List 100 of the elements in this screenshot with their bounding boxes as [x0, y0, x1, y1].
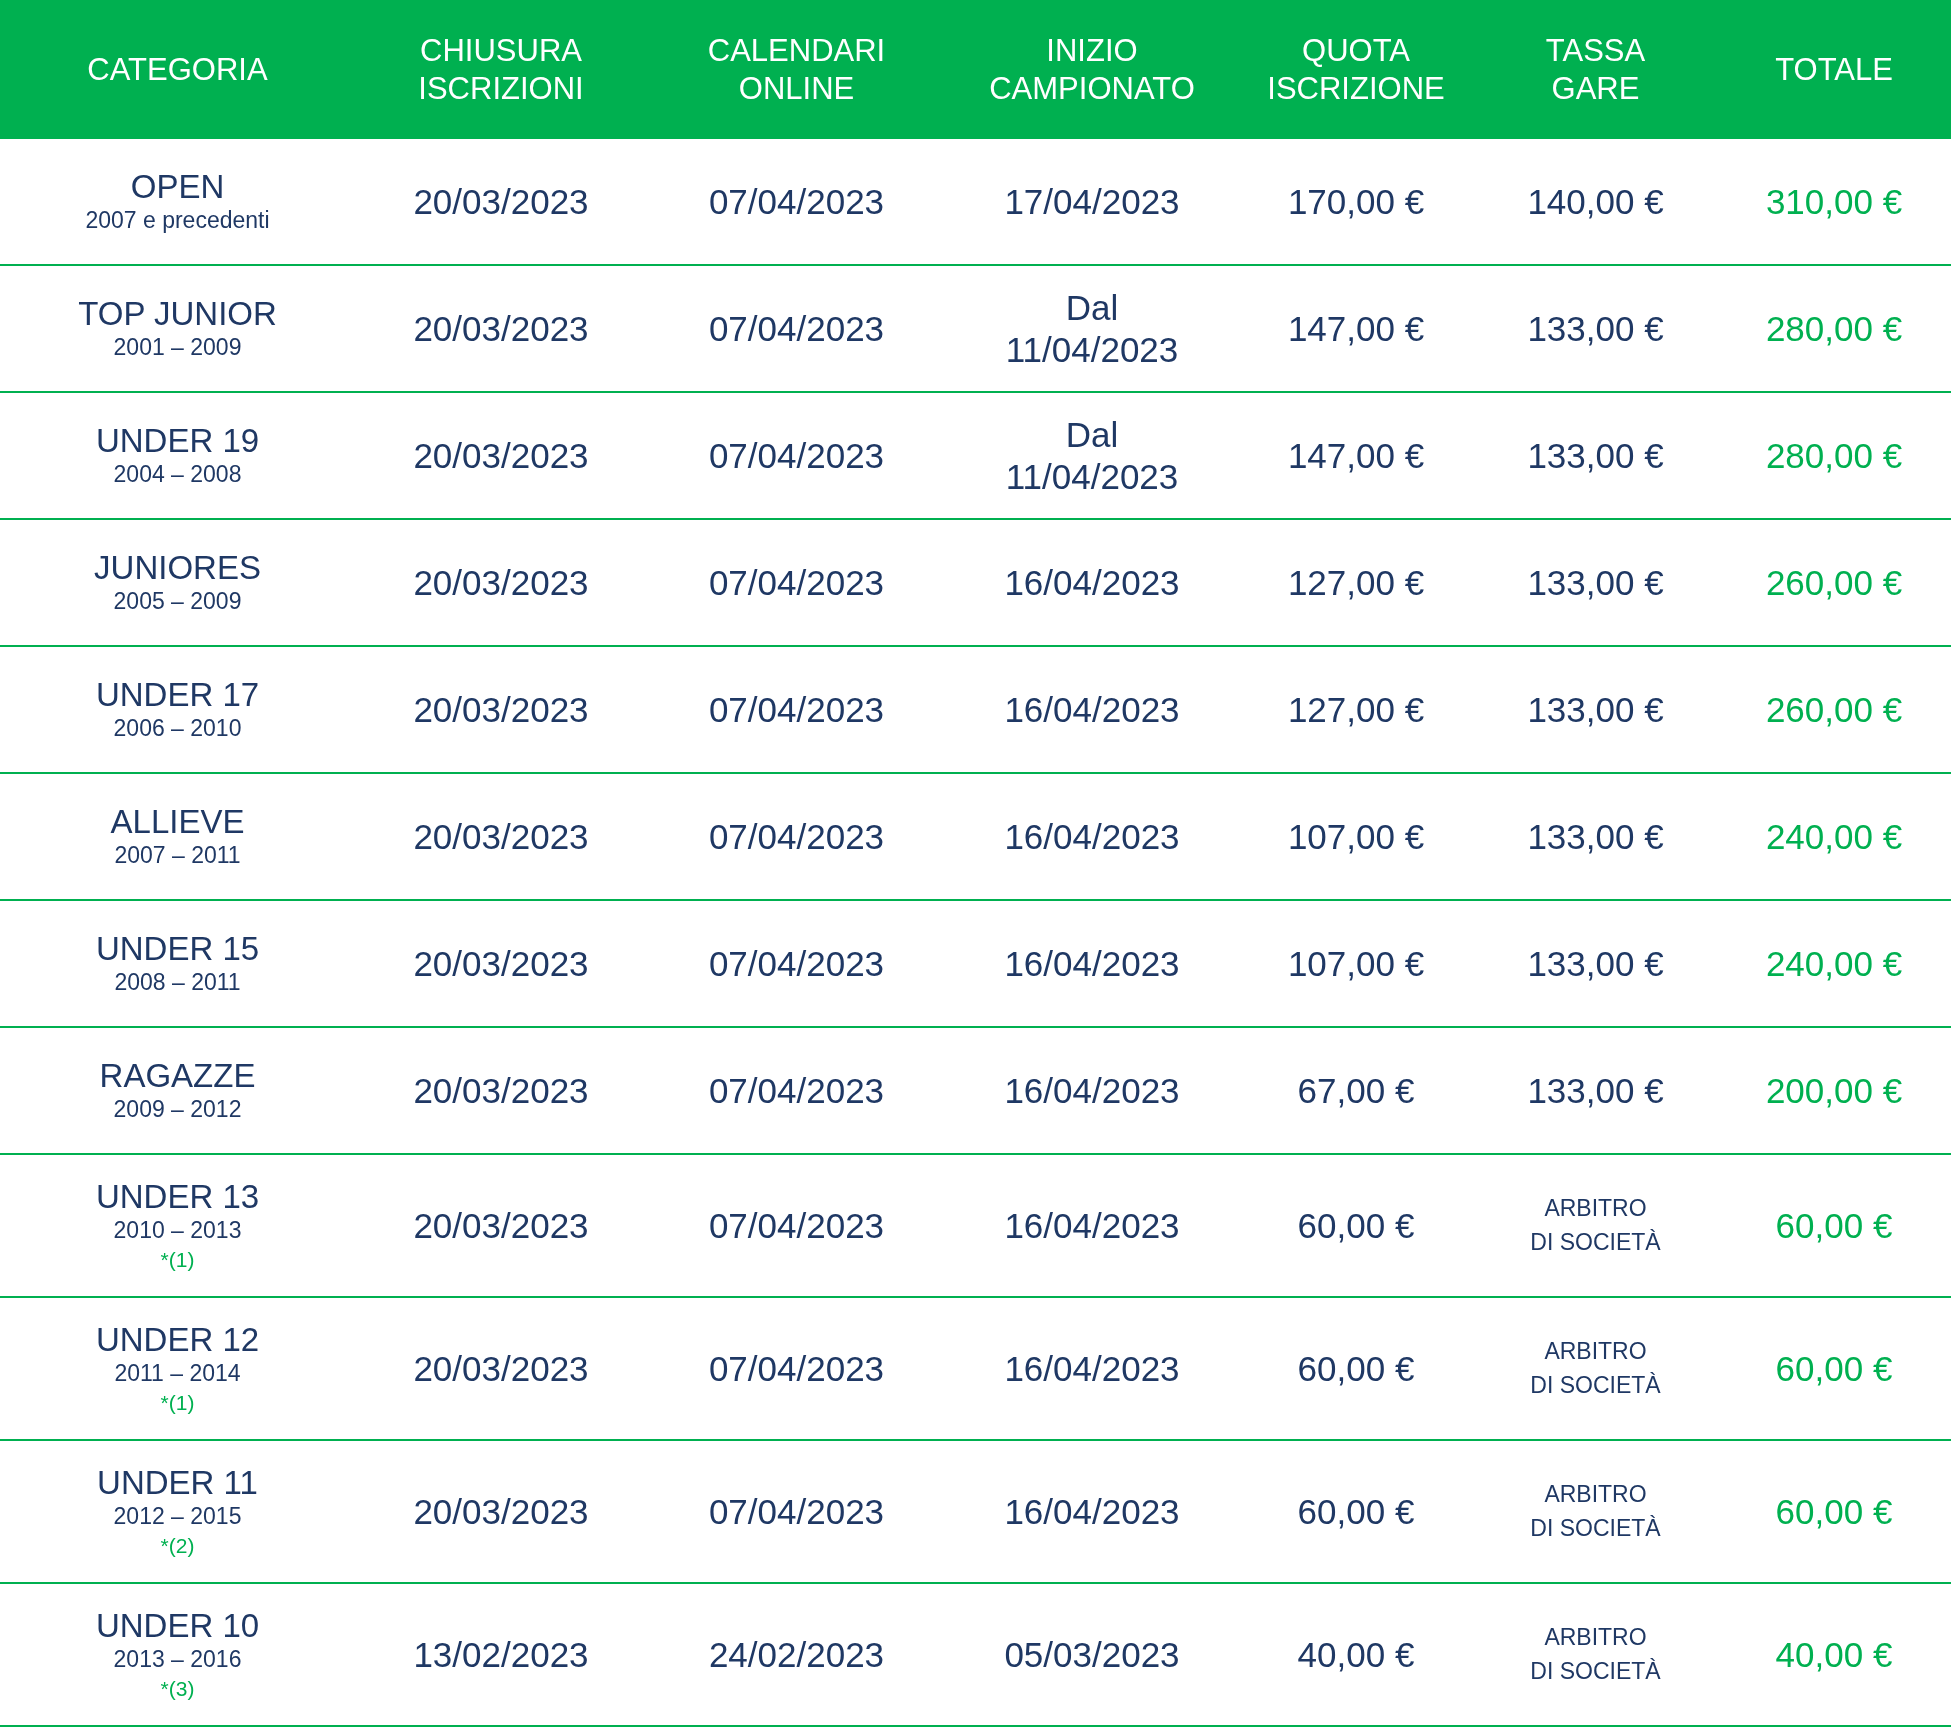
table-cell: 133,00 € — [1527, 434, 1664, 477]
table-cell: 16/04/2023 — [1004, 561, 1180, 604]
table-cell: 60,00 € — [1297, 1490, 1415, 1533]
table-cell: 07/04/2023 — [708, 307, 885, 350]
total-amount: 280,00 € — [1765, 435, 1903, 476]
table-cell: 107,00 € — [1287, 942, 1425, 985]
year-range: 2010 – 2013 — [113, 1215, 242, 1245]
table-cell: 60,00 € — [1297, 1204, 1415, 1247]
table-cell: 16/04/2023 — [1004, 1490, 1180, 1533]
table-cell: 07/04/2023 — [708, 942, 885, 985]
footnote-mark: *(1) — [160, 1246, 195, 1273]
table-cell: 20/03/2023 — [413, 1204, 589, 1247]
year-range: 2013 – 2016 — [113, 1644, 242, 1674]
table-cell: 20/03/2023 — [413, 180, 589, 223]
footnote-mark: *(2) — [160, 1532, 195, 1559]
table-cell: 20/03/2023 — [413, 1347, 589, 1390]
footnote-mark: *(3) — [160, 1675, 195, 1702]
table-cell: 107,00 € — [1287, 815, 1425, 858]
category-name: ALLIEVE — [110, 802, 245, 841]
table-cell: 07/04/2023 — [708, 1347, 885, 1390]
table-cell: 07/04/2023 — [708, 815, 885, 858]
table-cell: 20/03/2023 — [413, 434, 589, 477]
table-cell: 133,00 € — [1527, 1069, 1664, 1112]
table-cell: 127,00 € — [1287, 561, 1425, 604]
category-name: UNDER 10 — [95, 1606, 260, 1645]
column-header: TOTALE — [1717, 0, 1951, 139]
column-header: CALENDARI ONLINE — [647, 0, 946, 139]
table-cell-text: ARBITRO DI SOCIETÀ — [1530, 1623, 1661, 1686]
table-cell: 07/04/2023 — [708, 434, 885, 477]
category-name: RAGAZZE — [99, 1056, 256, 1095]
category-name: JUNIORES — [94, 548, 261, 587]
category-name: UNDER 12 — [95, 1320, 260, 1359]
table-cell: 07/04/2023 — [708, 180, 885, 223]
table-cell: 17/04/2023 — [1004, 180, 1180, 223]
table-cell: 170,00 € — [1287, 180, 1425, 223]
table-cell: 07/04/2023 — [708, 561, 885, 604]
table-cell: Dal 11/04/2023 — [1005, 286, 1179, 371]
table-cell: 07/04/2023 — [708, 1204, 885, 1247]
total-amount: 280,00 € — [1765, 308, 1903, 349]
table-cell: 16/04/2023 — [1004, 1204, 1180, 1247]
total-amount: 240,00 € — [1765, 816, 1903, 857]
table-cell: Dal 11/04/2023 — [1005, 413, 1179, 498]
category-name: UNDER 17 — [95, 675, 260, 714]
table-cell: 20/03/2023 — [413, 561, 589, 604]
footnote-mark: *(1) — [160, 1389, 195, 1416]
year-range: 2001 – 2009 — [113, 332, 242, 362]
total-amount: 260,00 € — [1765, 689, 1903, 730]
table-cell: 133,00 € — [1527, 307, 1664, 350]
table-cell: 16/04/2023 — [1004, 1069, 1180, 1112]
table-cell: 07/04/2023 — [708, 1069, 885, 1112]
table-cell: 20/03/2023 — [413, 942, 589, 985]
category-name: UNDER 11 — [97, 1463, 258, 1502]
table-cell: 147,00 € — [1287, 307, 1425, 350]
table-cell-text: ARBITRO DI SOCIETÀ — [1530, 1337, 1661, 1400]
year-range: 2007 – 2011 — [114, 840, 241, 870]
table-cell: 40,00 € — [1297, 1633, 1415, 1676]
total-amount: 240,00 € — [1765, 943, 1903, 984]
year-range: 2004 – 2008 — [113, 459, 242, 489]
table-cell: 133,00 € — [1527, 815, 1664, 858]
column-header: CATEGORIA — [0, 0, 355, 139]
table-cell: 13/02/2023 — [413, 1633, 589, 1676]
table-cell: 20/03/2023 — [413, 688, 589, 731]
column-header: INIZIO CAMPIONATO — [946, 0, 1238, 139]
total-amount: 260,00 € — [1765, 562, 1903, 603]
column-header: TASSA GARE — [1474, 0, 1717, 139]
table-cell: 127,00 € — [1287, 688, 1425, 731]
column-header: QUOTA ISCRIZIONE — [1238, 0, 1474, 139]
table-cell: 60,00 € — [1297, 1347, 1415, 1390]
total-amount: 200,00 € — [1765, 1070, 1903, 1111]
total-amount: 310,00 € — [1765, 181, 1903, 222]
year-range: 2011 – 2014 — [114, 1358, 241, 1388]
category-name: UNDER 19 — [95, 421, 260, 460]
total-amount: 60,00 € — [1775, 1205, 1893, 1246]
table-cell-text: ARBITRO DI SOCIETÀ — [1530, 1194, 1661, 1257]
total-amount: 60,00 € — [1775, 1348, 1893, 1389]
table-cell: 147,00 € — [1287, 434, 1425, 477]
table-cell: 20/03/2023 — [413, 1069, 589, 1112]
year-range: 2012 – 2015 — [113, 1501, 242, 1531]
year-range: 2006 – 2010 — [113, 713, 242, 743]
table-cell: 24/02/2023 — [708, 1633, 885, 1676]
table-cell: 20/03/2023 — [413, 1490, 589, 1533]
year-range: 2008 – 2011 — [114, 967, 241, 997]
category-name: UNDER 15 — [95, 929, 260, 968]
table-cell: 140,00 € — [1527, 180, 1664, 223]
category-name: TOP JUNIOR — [78, 294, 277, 333]
table-cell: 07/04/2023 — [708, 1490, 885, 1533]
category-name: UNDER 13 — [95, 1177, 260, 1216]
year-range: 2009 – 2012 — [113, 1094, 242, 1124]
year-range: 2005 – 2009 — [113, 586, 242, 616]
table-cell: 16/04/2023 — [1004, 1347, 1180, 1390]
table-cell: 20/03/2023 — [413, 307, 589, 350]
table-cell: 133,00 € — [1527, 561, 1664, 604]
category-name: OPEN — [130, 167, 225, 206]
table-cell: 07/04/2023 — [708, 688, 885, 731]
table-cell-text: ARBITRO DI SOCIETÀ — [1530, 1480, 1661, 1543]
table-cell: 16/04/2023 — [1004, 688, 1180, 731]
total-amount: 60,00 € — [1775, 1491, 1893, 1532]
total-amount: 40,00 € — [1775, 1634, 1893, 1675]
table-cell: 133,00 € — [1527, 942, 1664, 985]
table-cell: 16/04/2023 — [1004, 815, 1180, 858]
